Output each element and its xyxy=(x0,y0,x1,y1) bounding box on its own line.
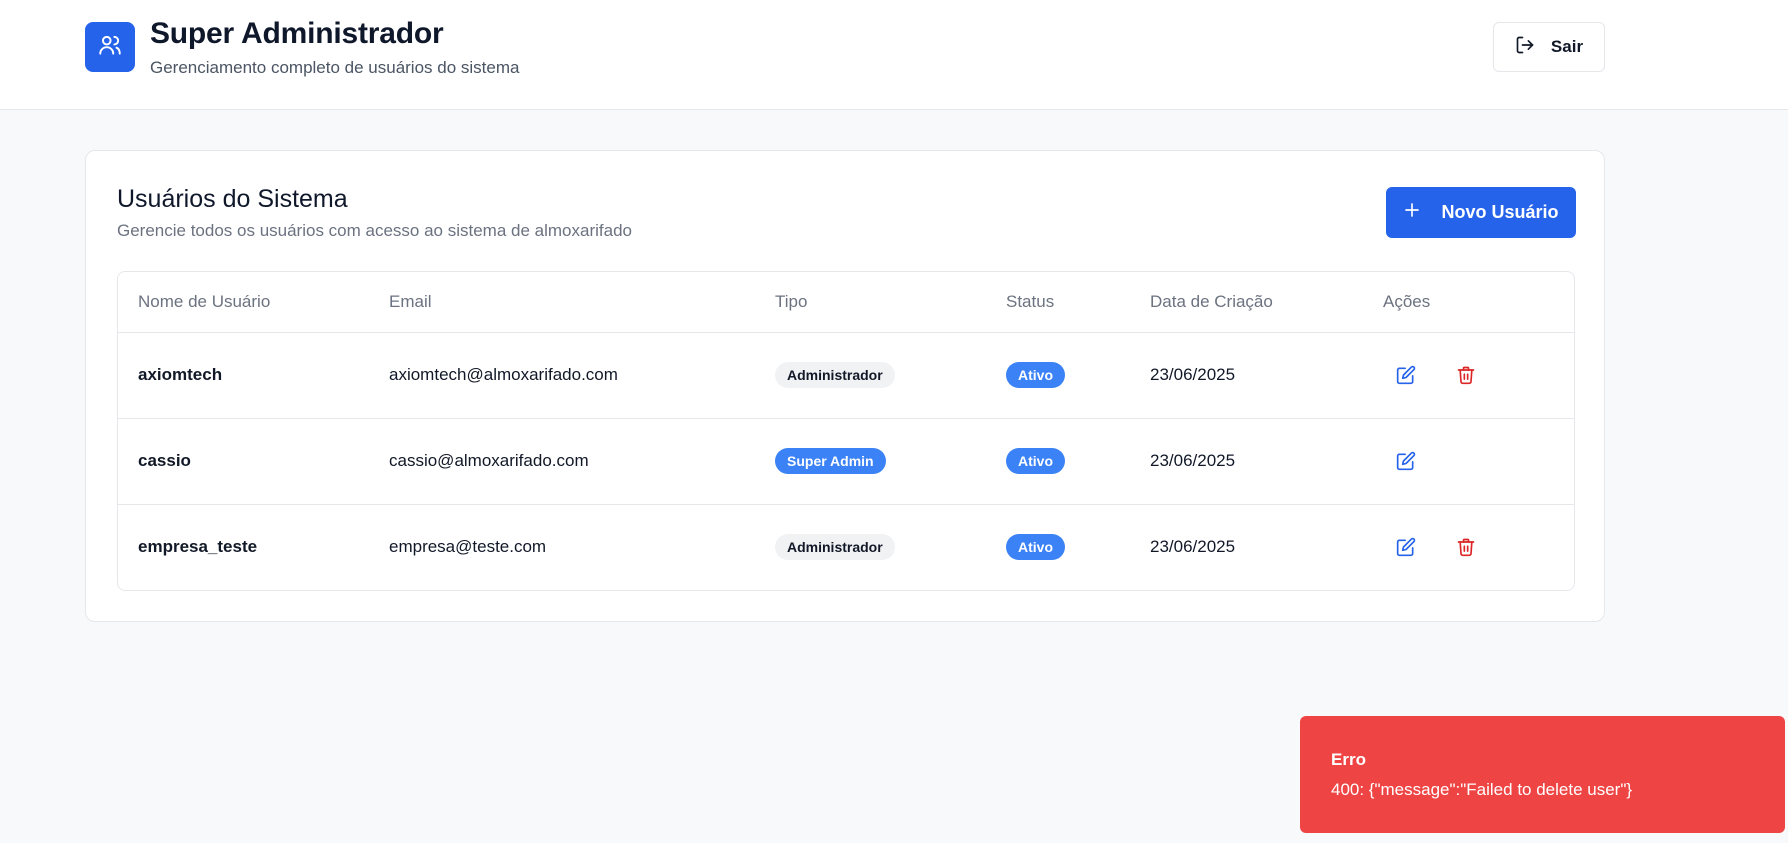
column-header-status: Status xyxy=(1006,292,1055,311)
error-toast[interactable]: Erro 400: {"message":"Failed to delete u… xyxy=(1300,716,1785,833)
trash-icon[interactable] xyxy=(1452,533,1480,561)
trash-icon[interactable] xyxy=(1452,361,1480,389)
app-header: Super Administrador Gerenciamento comple… xyxy=(0,0,1788,110)
card-description: Gerencie todos os usuários com acesso ao… xyxy=(117,221,632,240)
type-badge: Administrador xyxy=(775,362,895,388)
username-cell: empresa_teste xyxy=(138,537,258,556)
type-badge: Administrador xyxy=(775,534,895,560)
created-date-cell: 23/06/2025 xyxy=(1150,365,1236,384)
log-out-icon xyxy=(1515,35,1535,60)
toast-message: 400: {"message":"Failed to delete user"} xyxy=(1331,780,1633,799)
users-table: Nome de Usuário Email Tipo Status Data d… xyxy=(117,271,1575,591)
username-cell: cassio xyxy=(138,451,191,470)
column-header-created: Data de Criação xyxy=(1150,292,1273,311)
page-subtitle: Gerenciamento completo de usuários do si… xyxy=(150,58,520,77)
users-card: Usuários do Sistema Gerencie todos os us… xyxy=(85,150,1605,622)
created-date-cell: 23/06/2025 xyxy=(1150,537,1236,556)
column-header-email: Email xyxy=(389,292,432,311)
logo xyxy=(85,22,135,72)
page-title: Super Administrador xyxy=(150,17,444,50)
edit-icon[interactable] xyxy=(1392,447,1420,475)
email-cell: axiomtech@almoxarifado.com xyxy=(389,365,618,384)
users-icon xyxy=(97,32,123,63)
new-user-button[interactable]: Novo Usuário xyxy=(1386,187,1576,238)
card-title: Usuários do Sistema xyxy=(117,185,348,213)
logout-label: Sair xyxy=(1550,37,1584,56)
status-badge: Ativo xyxy=(1006,534,1065,560)
column-header-username: Nome de Usuário xyxy=(138,292,271,311)
table-row: cassio cassio@almoxarifado.com Super Adm… xyxy=(118,419,1574,505)
plus-icon xyxy=(1403,201,1421,224)
edit-icon[interactable] xyxy=(1392,361,1420,389)
table-row: empresa_teste empresa@teste.com Administ… xyxy=(118,505,1574,590)
username-cell: axiomtech xyxy=(138,365,223,384)
logout-button[interactable]: Sair xyxy=(1493,22,1605,72)
created-date-cell: 23/06/2025 xyxy=(1150,451,1236,470)
email-cell: empresa@teste.com xyxy=(389,537,547,556)
new-user-label: Novo Usuário xyxy=(1441,202,1559,222)
type-badge: Super Admin xyxy=(775,448,886,474)
status-badge: Ativo xyxy=(1006,448,1065,474)
column-header-actions: Ações xyxy=(1383,292,1431,311)
table-row: axiomtech axiomtech@almoxarifado.com Adm… xyxy=(118,333,1574,419)
table-header: Nome de Usuário Email Tipo Status Data d… xyxy=(118,272,1574,333)
column-header-type: Tipo xyxy=(775,292,808,311)
status-badge: Ativo xyxy=(1006,362,1065,388)
email-cell: cassio@almoxarifado.com xyxy=(389,451,589,470)
toast-title: Erro xyxy=(1331,750,1366,769)
edit-icon[interactable] xyxy=(1392,533,1420,561)
